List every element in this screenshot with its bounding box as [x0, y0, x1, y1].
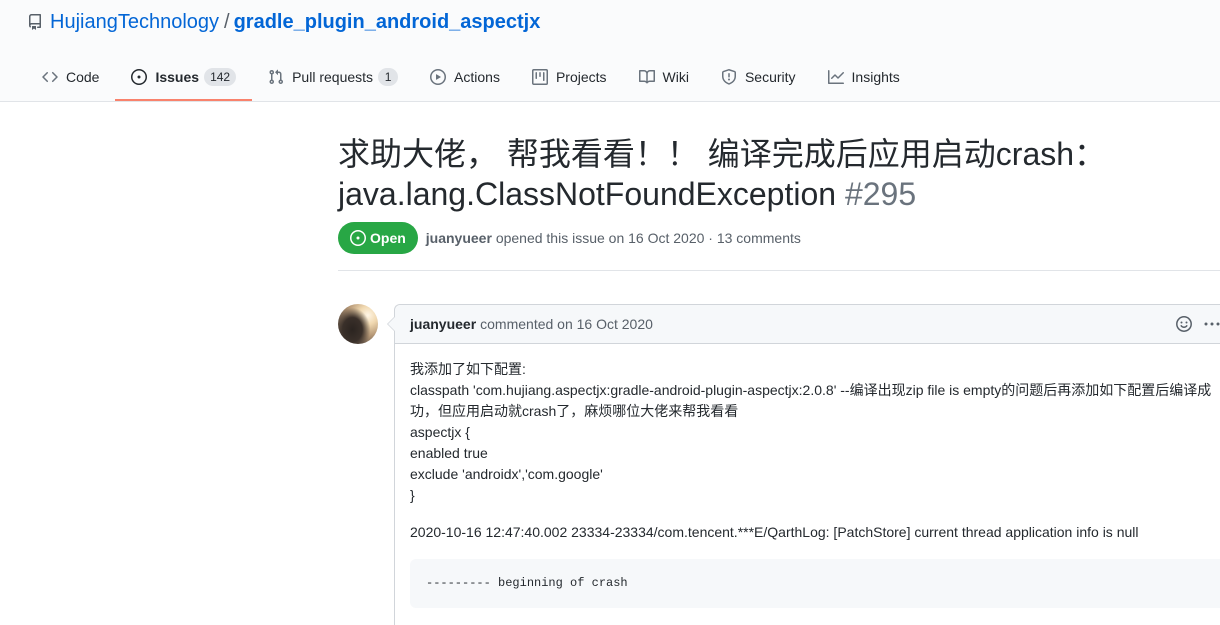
repo-icon: [28, 14, 41, 30]
book-icon: [638, 69, 655, 84]
tab-pull-requests[interactable]: Pull requests 1: [252, 55, 414, 101]
comment-timestamp: commented on 16 Oct 2020: [480, 316, 653, 332]
tab-actions[interactable]: Actions: [414, 55, 516, 101]
tab-label: Security: [744, 69, 796, 85]
issue-opened-text: opened this issue on 16 Oct 2020 · 13 co…: [495, 230, 801, 246]
avatar[interactable]: [338, 304, 378, 344]
comment-text-line: 功，但应用启动就crash了，麻烦哪位大佬来帮我看看: [410, 403, 739, 419]
tab-label: Actions: [454, 69, 500, 85]
kebab-horizontal-icon[interactable]: [1204, 316, 1220, 332]
repo-owner-link[interactable]: HujiangTechnology: [50, 11, 219, 34]
log-line: 2020-10-16 12:47:40.002 23334-23334/com.…: [410, 524, 1139, 540]
comment-text-line: 我添加了如下配置:: [410, 361, 526, 377]
smiley-icon[interactable]: [1176, 316, 1192, 332]
issue-opened-icon: [131, 69, 148, 85]
tab-security[interactable]: Security: [705, 55, 812, 101]
tab-label: Projects: [555, 69, 607, 85]
repo-tabs: Code Issues 142 Pull requests 1 Actions …: [26, 55, 916, 101]
tab-issues[interactable]: Issues 142: [115, 55, 253, 101]
header-divider: [338, 270, 1220, 271]
issues-counter: 142: [204, 68, 237, 86]
git-pull-request-icon: [269, 69, 284, 85]
issue-opened-icon: [350, 230, 366, 246]
code-block: --------- beginning of crash: [410, 559, 1220, 608]
issue-meta: Open juanyueer opened this issue on 16 O…: [338, 222, 801, 254]
pull-requests-counter: 1: [378, 68, 399, 86]
comment-text-line: aspectjx {: [410, 424, 470, 440]
shield-icon: [721, 69, 736, 85]
play-icon: [430, 69, 447, 85]
tab-code[interactable]: Code: [26, 55, 115, 101]
comment-paragraph: 我添加了如下配置: classpath 'com.hujiang.aspectj…: [410, 359, 1220, 506]
comment-body: 我添加了如下配置: classpath 'com.hujiang.aspectj…: [395, 344, 1220, 608]
comment-actions: [1176, 316, 1220, 332]
issue-author-link[interactable]: juanyueer: [426, 230, 492, 246]
status-badge: Open: [338, 222, 418, 254]
issue-comment: juanyueer commented on 16 Oct 2020 我添加了如…: [387, 304, 1220, 625]
comment-text-line: classpath 'com.hujiang.aspectjx:gradle-a…: [410, 382, 1212, 398]
repo-name-link[interactable]: gradle_plugin_android_aspectjx: [234, 11, 541, 34]
comment-author-link[interactable]: juanyueer: [410, 316, 476, 332]
tab-label: Insights: [851, 69, 900, 85]
comment-text-line: enabled true: [410, 445, 488, 461]
repo-breadcrumb: HujiangTechnology / gradle_plugin_androi…: [27, 10, 540, 34]
comment-header: juanyueer commented on 16 Oct 2020: [395, 305, 1220, 344]
issue-number: #295: [844, 176, 917, 212]
code-icon: [42, 71, 58, 83]
repo-header: HujiangTechnology / gradle_plugin_androi…: [0, 0, 1220, 102]
tab-label: Issues: [155, 69, 200, 85]
graph-icon: [827, 70, 844, 84]
tab-insights[interactable]: Insights: [812, 55, 916, 101]
status-label: Open: [370, 230, 406, 246]
tab-label: Wiki: [662, 69, 689, 85]
tab-wiki[interactable]: Wiki: [623, 55, 705, 101]
issue-meta-text: juanyueer opened this issue on 16 Oct 20…: [426, 230, 801, 246]
tab-label: Pull requests: [292, 69, 374, 85]
comment-text-line: exclude 'androidx','com.google': [410, 466, 603, 482]
repo-separator: /: [224, 10, 230, 33]
comment-text-line: }: [410, 487, 415, 503]
tab-label: Code: [66, 69, 100, 85]
tab-projects[interactable]: Projects: [516, 55, 623, 101]
project-icon: [531, 69, 548, 85]
issue-title-text: 求助大佬， 帮我看看！！ 编译完成后应用启动crash：java.lang.Cl…: [338, 136, 1107, 212]
issue-title: 求助大佬， 帮我看看！！ 编译完成后应用启动crash：java.lang.Cl…: [338, 134, 1210, 214]
